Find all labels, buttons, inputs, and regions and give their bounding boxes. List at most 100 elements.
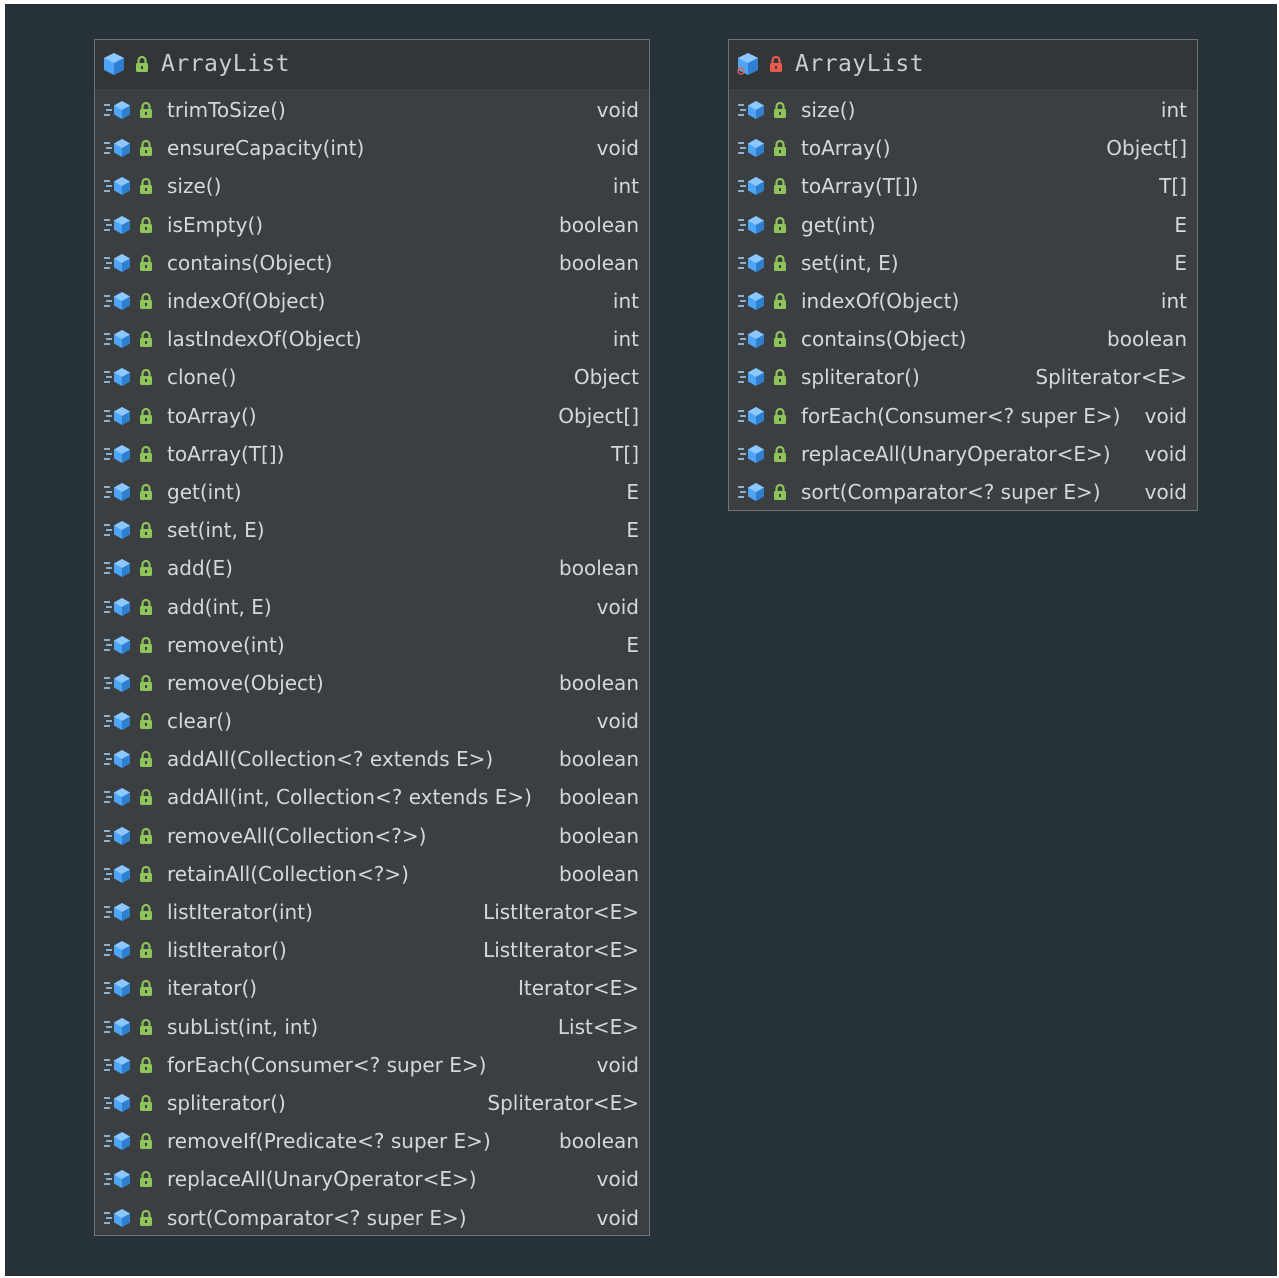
return-type: int xyxy=(612,289,639,314)
method-row[interactable]: set(int, E) E xyxy=(95,511,649,549)
method-row[interactable]: sort(Comparator<? super E>) void xyxy=(95,1198,649,1236)
method-row[interactable]: forEach(Consumer<? super E>) void xyxy=(95,1046,649,1084)
method-row[interactable]: indexOf(Object) int xyxy=(729,282,1197,320)
method-icon xyxy=(104,559,130,578)
lock-icon xyxy=(140,903,152,921)
method-row[interactable]: sort(Comparator<? super E>) void xyxy=(729,473,1197,511)
method-row[interactable]: clone() Object xyxy=(95,358,649,396)
method-row[interactable]: addAll(Collection<? extends E>) boolean xyxy=(95,740,649,778)
method-row[interactable]: remove(Object) boolean xyxy=(95,664,649,702)
return-type: T[] xyxy=(611,441,639,466)
return-type: boolean xyxy=(1107,327,1187,352)
method-signature: replaceAll(UnaryOperator<E>) xyxy=(801,441,1111,466)
method-signature: clear() xyxy=(167,709,232,734)
lock-icon xyxy=(136,55,148,72)
method-row[interactable]: add(E) boolean xyxy=(95,549,649,587)
method-signature: remove(int) xyxy=(167,632,285,657)
class-header[interactable]: ArrayList xyxy=(95,40,649,89)
method-row[interactable]: size() int xyxy=(729,91,1197,129)
method-signature: removeIf(Predicate<? super E>) xyxy=(167,1129,491,1154)
method-row[interactable]: get(int) E xyxy=(95,473,649,511)
method-list: trimToSize() void ensureCapacity(int) vo… xyxy=(95,89,649,1237)
lock-icon xyxy=(774,254,786,271)
method-row[interactable]: toArray() Object[] xyxy=(729,129,1197,167)
method-row[interactable]: contains(Object) boolean xyxy=(729,320,1197,358)
lock-icon xyxy=(140,674,152,691)
lock-icon xyxy=(140,1171,152,1188)
method-signature: contains(Object) xyxy=(801,327,967,352)
return-type: int xyxy=(1160,98,1187,123)
method-signature: get(int) xyxy=(167,479,242,504)
return-type: ListIterator<E> xyxy=(483,938,639,963)
method-row[interactable]: set(int, E) E xyxy=(729,244,1197,282)
method-row[interactable]: isEmpty() boolean xyxy=(95,206,649,244)
method-row[interactable]: contains(Object) boolean xyxy=(95,244,649,282)
method-icon xyxy=(104,712,130,731)
method-row[interactable]: subList(int, int) List<E> xyxy=(95,1008,649,1046)
method-row[interactable]: indexOf(Object) int xyxy=(95,282,649,320)
return-type: int xyxy=(1160,289,1187,314)
lock-icon xyxy=(140,483,152,500)
method-row[interactable]: removeIf(Predicate<? super E>) boolean xyxy=(95,1122,649,1160)
method-row[interactable]: toArray(T[]) T[] xyxy=(729,167,1197,205)
method-icon xyxy=(738,253,764,272)
method-row[interactable]: trimToSize() void xyxy=(95,91,649,129)
method-row[interactable]: removeAll(Collection<?>) boolean xyxy=(95,817,649,855)
return-type: boolean xyxy=(559,823,639,848)
lock-icon xyxy=(774,369,786,386)
method-row[interactable]: remove(int) E xyxy=(95,626,649,664)
lock-icon xyxy=(140,713,152,730)
method-row[interactable]: forEach(Consumer<? super E>) void xyxy=(729,397,1197,435)
method-row[interactable]: spliterator() Spliterator<E> xyxy=(729,358,1197,396)
method-row[interactable]: listIterator(int) ListIterator<E> xyxy=(95,893,649,931)
method-row[interactable]: replaceAll(UnaryOperator<E>) void xyxy=(729,435,1197,473)
lock-icon xyxy=(774,216,786,233)
lock-icon xyxy=(140,827,152,844)
method-signature: spliterator() xyxy=(801,365,920,390)
return-type: ListIterator<E> xyxy=(483,900,639,925)
lock-icon xyxy=(774,178,786,195)
method-row[interactable]: toArray(T[]) T[] xyxy=(95,435,649,473)
return-type: boolean xyxy=(559,861,639,886)
method-signature: contains(Object) xyxy=(167,250,333,275)
method-row[interactable]: addAll(int, Collection<? extends E>) boo… xyxy=(95,778,649,816)
class-box-left[interactable]: ArrayList trimToSize() void ensureCapaci… xyxy=(94,39,650,1236)
lock-icon xyxy=(140,522,152,539)
method-icon xyxy=(104,521,130,540)
method-signature: add(E) xyxy=(167,556,233,581)
method-row[interactable]: lastIndexOf(Object) int xyxy=(95,320,649,358)
return-type: E xyxy=(1174,250,1187,275)
class-header[interactable]: ArrayList xyxy=(729,40,1197,89)
method-icon xyxy=(104,788,130,807)
lock-icon xyxy=(140,1094,152,1111)
method-row[interactable]: get(int) E xyxy=(729,206,1197,244)
return-type: void xyxy=(596,1167,639,1192)
method-row[interactable]: size() int xyxy=(95,167,649,205)
method-row[interactable]: replaceAll(UnaryOperator<E>) void xyxy=(95,1160,649,1198)
method-icon xyxy=(104,826,130,845)
method-row[interactable]: spliterator() Spliterator<E> xyxy=(95,1084,649,1122)
class-title: ArrayList xyxy=(161,51,291,77)
method-row[interactable]: clear() void xyxy=(95,702,649,740)
method-icon xyxy=(104,750,130,769)
method-icon xyxy=(104,1132,130,1151)
class-box-right[interactable]: ArrayList size() int toArray() Object[] … xyxy=(728,39,1198,511)
method-row[interactable]: ensureCapacity(int) void xyxy=(95,129,649,167)
method-row[interactable]: add(int, E) void xyxy=(95,587,649,625)
method-icon xyxy=(104,673,130,692)
method-signature: indexOf(Object) xyxy=(801,289,960,314)
method-signature: sort(Comparator<? super E>) xyxy=(167,1205,467,1230)
method-icon xyxy=(104,635,130,654)
method-row[interactable]: toArray() Object[] xyxy=(95,397,649,435)
method-row[interactable]: retainAll(Collection<?>) boolean xyxy=(95,855,649,893)
return-type: void xyxy=(1144,479,1187,504)
method-signature: forEach(Consumer<? super E>) xyxy=(167,1052,487,1077)
return-type: void xyxy=(596,1052,639,1077)
method-row[interactable]: iterator() Iterator<E> xyxy=(95,969,649,1007)
method-icon xyxy=(104,330,130,349)
method-icon xyxy=(104,292,130,311)
method-row[interactable]: listIterator() ListIterator<E> xyxy=(95,931,649,969)
method-icon xyxy=(738,406,764,425)
lock-icon xyxy=(140,942,152,959)
return-type: int xyxy=(612,327,639,352)
